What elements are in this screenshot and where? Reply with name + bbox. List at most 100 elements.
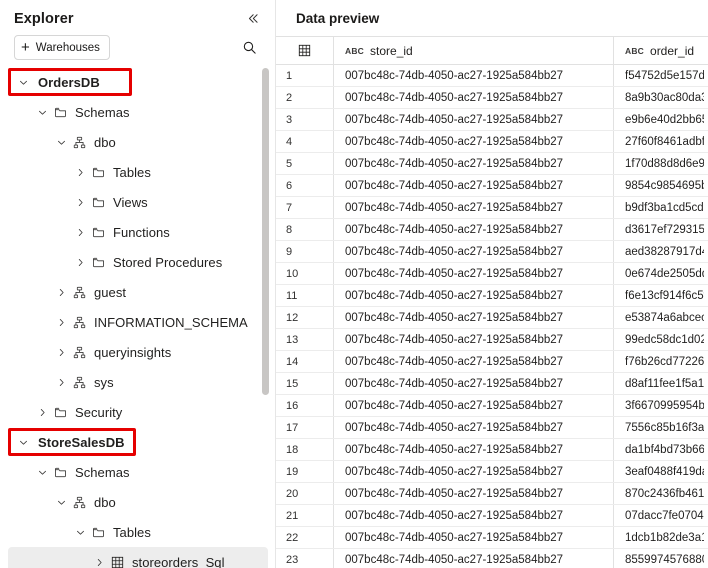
tree-item-label: Security [75,405,122,420]
chevron-right-icon[interactable] [33,407,51,418]
table-row[interactable]: 8007bc48c-74db-4050-ac27-1925a584bb27d36… [276,219,708,241]
tree-item-functions[interactable]: Functions [0,217,276,247]
table-row[interactable]: 12007bc48c-74db-4050-ac27-1925a584bb27e5… [276,307,708,329]
tree-item-queryinsights[interactable]: queryinsights [0,337,276,367]
table-row[interactable]: 7007bc48c-74db-4050-ac27-1925a584bb27b9d… [276,197,708,219]
tree-item-schemas[interactable]: Schemas [0,457,276,487]
table-row[interactable]: 16007bc48c-74db-4050-ac27-1925a584bb273f… [276,395,708,417]
cell-store_id: 007bc48c-74db-4050-ac27-1925a584bb27 [334,527,614,548]
table-row[interactable]: 23007bc48c-74db-4050-ac27-1925a584bb2785… [276,549,708,568]
table-row[interactable]: 2007bc48c-74db-4050-ac27-1925a584bb278a9… [276,87,708,109]
tree-item-dbo[interactable]: dbo [0,127,276,157]
cell-store_id: 007bc48c-74db-4050-ac27-1925a584bb27 [334,461,614,482]
tree-item-tables[interactable]: Tables [0,157,276,187]
search-icon[interactable] [238,37,260,59]
cell-store_id: 007bc48c-74db-4050-ac27-1925a584bb27 [334,285,614,306]
cell-order_id: 1dcb1b82de3a13d2 [614,527,704,548]
column-header-order_id[interactable]: ABC order_id [614,37,704,64]
type-badge-abc: ABC [625,46,644,56]
chevron-double-left-icon[interactable] [243,10,264,29]
table-row[interactable]: 5007bc48c-74db-4050-ac27-1925a584bb271f7… [276,153,708,175]
tree-item-storeorders-sql[interactable]: storeorders_Sql [8,547,268,568]
chevron-right-icon[interactable] [71,227,89,238]
data-grid-body: 1007bc48c-74db-4050-ac27-1925a584bb27f54… [276,65,708,568]
chevron-down-icon[interactable] [52,497,70,508]
folder-icon [89,166,107,179]
tree-item-ordersdb[interactable]: OrdersDB [0,67,276,97]
chevron-right-icon[interactable] [52,377,70,388]
table-row[interactable]: 13007bc48c-74db-4050-ac27-1925a584bb2799… [276,329,708,351]
table-row[interactable]: 4007bc48c-74db-4050-ac27-1925a584bb2727f… [276,131,708,153]
tree-item-sys[interactable]: sys [0,367,276,397]
tree-item-security[interactable]: Security [0,397,276,427]
chevron-down-icon[interactable] [33,107,51,118]
data-preview-panel: Data preview ABC store_id ABC [276,0,708,568]
row-number: 2 [276,87,334,108]
tree-item-label: Views [113,195,148,210]
row-number: 11 [276,285,334,306]
chevron-down-icon[interactable] [71,527,89,538]
table-row[interactable]: 21007bc48c-74db-4050-ac27-1925a584bb2707… [276,505,708,527]
type-badge-abc: ABC [345,46,364,56]
chevron-right-icon[interactable] [90,557,108,568]
table-row[interactable]: 10007bc48c-74db-4050-ac27-1925a584bb270e… [276,263,708,285]
cell-store_id: 007bc48c-74db-4050-ac27-1925a584bb27 [334,439,614,460]
tree-item-label: queryinsights [94,345,171,360]
schema-icon [70,316,88,329]
tree-item-views[interactable]: Views [0,187,276,217]
column-header-store_id[interactable]: ABC store_id [334,37,614,64]
chevron-right-icon[interactable] [52,347,70,358]
chevron-down-icon[interactable] [52,137,70,148]
chevron-right-icon[interactable] [71,197,89,208]
add-warehouses-button[interactable]: + Warehouses [14,35,110,60]
table-row[interactable]: 22007bc48c-74db-4050-ac27-1925a584bb271d… [276,527,708,549]
chevron-right-icon[interactable] [71,167,89,178]
table-row[interactable]: 18007bc48c-74db-4050-ac27-1925a584bb27da… [276,439,708,461]
row-number: 1 [276,65,334,86]
table-row[interactable]: 6007bc48c-74db-4050-ac27-1925a584bb27985… [276,175,708,197]
table-row[interactable]: 19007bc48c-74db-4050-ac27-1925a584bb273e… [276,461,708,483]
row-number: 15 [276,373,334,394]
table-row[interactable]: 17007bc48c-74db-4050-ac27-1925a584bb2775… [276,417,708,439]
chevron-right-icon[interactable] [71,257,89,268]
row-number: 17 [276,417,334,438]
data-grid-header-row: ABC store_id ABC order_id [276,36,708,65]
tree-item-label: guest [94,285,126,300]
cell-order_id: e9b6e40d2bb6586f [614,109,704,130]
explorer-sidebar: Explorer + Warehouses OrdersDBSchemasdbo… [0,0,276,568]
cell-store_id: 007bc48c-74db-4050-ac27-1925a584bb27 [334,131,614,152]
chevron-right-icon[interactable] [52,287,70,298]
cell-store_id: 007bc48c-74db-4050-ac27-1925a584bb27 [334,65,614,86]
tree-item-schemas[interactable]: Schemas [0,97,276,127]
cell-store_id: 007bc48c-74db-4050-ac27-1925a584bb27 [334,395,614,416]
tree-item-dbo[interactable]: dbo [0,487,276,517]
tree-item-storesalesdb[interactable]: StoreSalesDB [0,427,276,457]
row-number: 5 [276,153,334,174]
tree-item-label: Tables [113,525,151,540]
folder-icon [89,196,107,209]
tree-item-guest[interactable]: guest [0,277,276,307]
table-row[interactable]: 11007bc48c-74db-4050-ac27-1925a584bb27f6… [276,285,708,307]
row-number-header[interactable] [276,37,334,64]
sidebar-header: Explorer [0,0,276,34]
chevron-down-icon[interactable] [14,77,32,88]
page-title: Explorer [14,11,74,27]
table-row[interactable]: 1007bc48c-74db-4050-ac27-1925a584bb27f54… [276,65,708,87]
tree-item-information-schema[interactable]: INFORMATION_SCHEMA [0,307,276,337]
sidebar-scrollbar[interactable] [262,68,269,395]
chevron-down-icon[interactable] [14,437,32,448]
row-number: 4 [276,131,334,152]
data-preview-header: Data preview [276,0,708,36]
table-row[interactable]: 15007bc48c-74db-4050-ac27-1925a584bb27d8… [276,373,708,395]
table-row[interactable]: 20007bc48c-74db-4050-ac27-1925a584bb2787… [276,483,708,505]
tree-item-tables[interactable]: Tables [0,517,276,547]
row-number: 6 [276,175,334,196]
tree-item-stored-procedures[interactable]: Stored Procedures [0,247,276,277]
table-row[interactable]: 14007bc48c-74db-4050-ac27-1925a584bb27f7… [276,351,708,373]
data-preview-title: Data preview [296,11,379,26]
chevron-right-icon[interactable] [52,317,70,328]
chevron-down-icon[interactable] [33,467,51,478]
table-row[interactable]: 9007bc48c-74db-4050-ac27-1925a584bb27aed… [276,241,708,263]
table-row[interactable]: 3007bc48c-74db-4050-ac27-1925a584bb27e9b… [276,109,708,131]
cell-order_id: 85599745768805ce [614,549,704,568]
